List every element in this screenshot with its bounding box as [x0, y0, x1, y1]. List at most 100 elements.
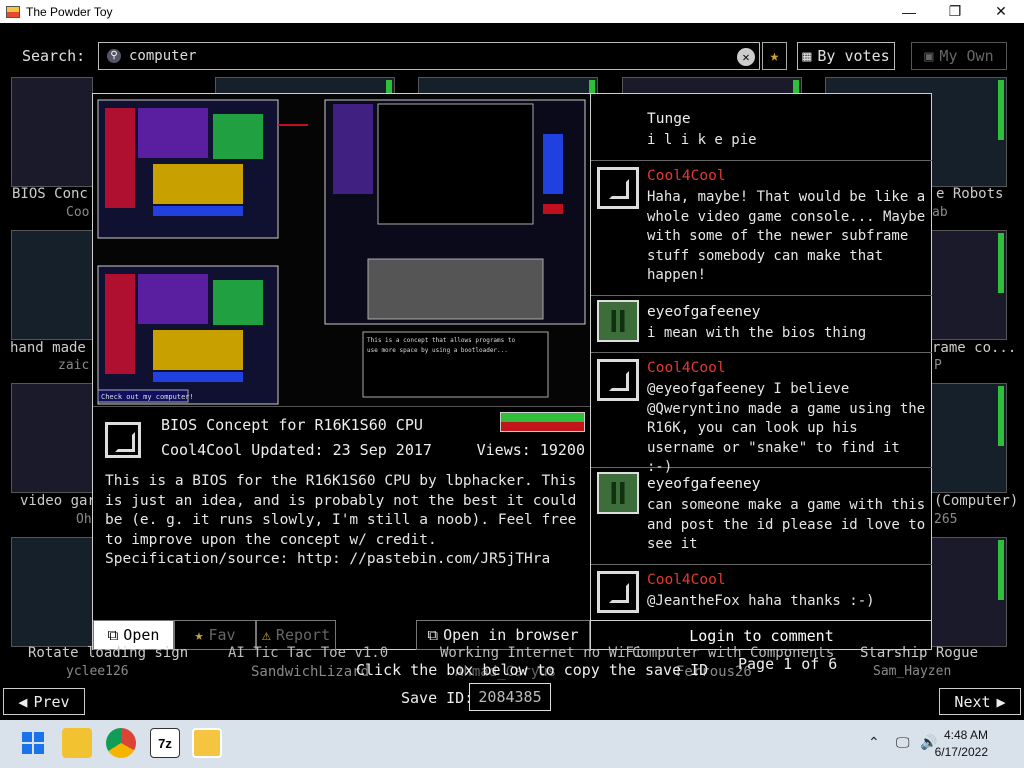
favorites-star-button[interactable]: ★ — [762, 42, 787, 70]
vote-up-fill — [501, 413, 584, 422]
comment-author: eyeofgafeeney — [647, 476, 761, 492]
save-author-label: yclee126 — [66, 664, 129, 679]
save-preview-dialog: This is a concept that allows programs t… — [92, 93, 932, 651]
next-page-button[interactable]: Next ▶ — [939, 688, 1021, 715]
comments-panel[interactable]: Tunge i l i k e pie Cool4Cool Haha, mayb… — [591, 94, 932, 620]
save-title-label: rame co... — [932, 340, 1017, 356]
save-preview-image: This is a concept that allows programs t… — [93, 94, 590, 407]
my-own-label: My Own — [939, 47, 994, 65]
start-button[interactable] — [18, 728, 48, 758]
search-label: Search: — [22, 47, 86, 65]
window-title: The Powder Toy — [26, 4, 113, 19]
prev-label: Prev — [33, 692, 70, 711]
comment-item: eyeofgafeeney i mean with the bios thing — [591, 296, 932, 353]
sort-icon: ▦ — [802, 47, 812, 65]
save-author-line: Cool4Cool Updated: 23 Sep 2017 — [161, 441, 432, 459]
save-thumbnail[interactable] — [930, 383, 1007, 493]
creeper-avatar-icon — [597, 472, 639, 514]
open-label: Open — [123, 626, 160, 644]
save-preview-graphic: This is a concept that allows programs t… — [97, 99, 586, 405]
save-thumbnail[interactable] — [11, 537, 93, 647]
save-author-label: Coo — [66, 205, 90, 220]
vote-bar — [500, 412, 585, 432]
search-field[interactable]: ⚲ ✕ — [98, 42, 760, 70]
arrow-left-icon: ◀ — [18, 692, 28, 711]
save-description: This is a BIOS for the R16K1S60 CPU by l… — [105, 473, 577, 567]
comment-item: Tunge i l i k e pie — [591, 94, 932, 161]
comment-text: i l i k e pie — [647, 132, 757, 148]
next-label: Next — [954, 692, 991, 711]
save-author-label: Sam_Hayzen — [873, 664, 952, 679]
default-avatar-icon — [597, 359, 639, 401]
comment-author: Tunge — [647, 111, 691, 127]
comment-text: can someone make a game with this and po… — [647, 497, 926, 552]
arrow-right-icon: ▶ — [996, 692, 1006, 711]
maximize-button[interactable]: ❐ — [932, 0, 978, 23]
comment-author: eyeofgafeeney — [647, 304, 761, 320]
save-thumbnail[interactable] — [11, 77, 93, 187]
7zip-icon[interactable]: 7z — [150, 728, 180, 758]
my-own-button[interactable]: ▣ My Own — [911, 42, 1007, 70]
chevron-up-icon[interactable]: ⌃ — [868, 734, 880, 751]
search-icon: ⚲ — [107, 49, 121, 63]
save-author-label: 265 — [934, 512, 958, 527]
save-title-label: video gar — [20, 493, 96, 509]
clock-date: 6/17/2022 — [934, 745, 988, 759]
save-thumbnail[interactable] — [11, 383, 93, 493]
clock-time: 4:48 AM — [943, 728, 988, 742]
save-title-label: (Computer) — [934, 493, 1019, 509]
save-title-label: e Robots — [936, 186, 1004, 202]
svg-text:This is a concept that allows: This is a concept that allows programs t… — [367, 337, 515, 344]
save-thumbnail[interactable] — [11, 230, 93, 340]
comment-item: Cool4Cool @JeantheFox haha thanks :-) — [591, 565, 932, 620]
open-in-browser-label: Open in browser — [443, 626, 579, 644]
fav-label: Fav — [208, 626, 236, 644]
save-author-label: zaic — [58, 358, 90, 373]
save-title-label: Starship Rogue — [860, 645, 979, 661]
page-indicator: Page 1 of 6 — [738, 655, 838, 673]
powder-toy-taskbar-icon[interactable] — [192, 728, 222, 758]
copy-id-hint: Click the box below to copy the save ID — [356, 661, 709, 679]
minimize-button[interactable]: — — [886, 0, 932, 23]
clear-search-icon[interactable]: ✕ — [737, 48, 755, 66]
chrome-icon[interactable] — [106, 728, 136, 758]
default-avatar-icon — [597, 571, 639, 613]
folder-icon: ▣ — [924, 47, 934, 65]
creeper-avatar-icon — [597, 300, 639, 342]
windows-taskbar: 7z ⌃ 🖵 🔊 4:48 AM 6/17/2022 — [0, 720, 1024, 768]
system-clock[interactable]: 4:48 AM 6/17/2022 — [935, 727, 988, 761]
network-icon[interactable]: 🖵 — [896, 734, 910, 751]
comment-text: Haha, maybe! That would be like a whole … — [647, 189, 926, 283]
save-id-label: Save ID: — [401, 689, 474, 707]
file-explorer-icon[interactable] — [62, 728, 92, 758]
window-titlebar: The Powder Toy — ❐ ✕ — [0, 0, 1024, 23]
save-id-copy-box[interactable]: 2084385 — [469, 683, 551, 711]
save-title-label: AI Tic Tac Toe v1.0 — [228, 645, 389, 661]
default-avatar-icon — [597, 167, 639, 209]
save-info-panel: BIOS Concept for R16K1S60 CPU Cool4Cool … — [93, 408, 590, 620]
comment-author: Cool4Cool — [647, 360, 726, 376]
powder-toy-app-icon — [6, 5, 20, 18]
windows-logo-icon — [22, 732, 44, 754]
external-link-icon: ⧉ — [427, 626, 439, 644]
vote-down-fill — [501, 422, 584, 431]
sort-by-votes-button[interactable]: ▦ By votes — [797, 42, 895, 70]
game-area: Search: ⚲ ✕ ★ ▦ By votes ▣ My Own BIOS C… — [0, 23, 1024, 720]
report-label: Report — [275, 626, 331, 644]
save-views: Views: 19200 — [476, 441, 585, 459]
comment-author: Cool4Cool — [647, 168, 726, 184]
search-input[interactable] — [129, 48, 689, 64]
save-thumbnail[interactable] — [930, 230, 1007, 340]
save-author-label: P — [934, 358, 942, 373]
comment-text: @eyeofgafeeney I believe @Qweryntino mad… — [647, 381, 926, 475]
prev-page-button[interactable]: ◀ Prev — [3, 688, 85, 715]
save-title-label: Working Internet no WiFi — [440, 645, 643, 661]
comment-item: Cool4Cool Haha, maybe! That would be lik… — [591, 161, 932, 296]
close-button[interactable]: ✕ — [978, 0, 1024, 23]
save-thumbnail[interactable] — [930, 537, 1007, 647]
comment-text: @JeantheFox haha thanks :-) — [647, 593, 875, 609]
open-icon: ⧉ — [107, 626, 119, 644]
comment-author: Cool4Cool — [647, 572, 726, 588]
star-icon: ★ — [194, 626, 204, 644]
sort-label: By votes — [817, 47, 890, 65]
